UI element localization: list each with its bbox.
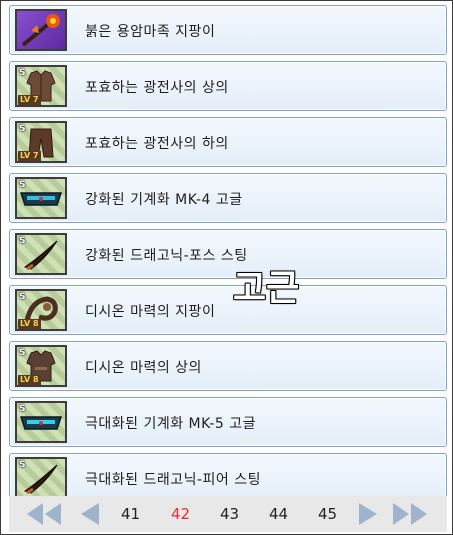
goggles-icon: S (15, 177, 67, 219)
pagination: 41 42 43 44 45 (9, 496, 447, 532)
grade-badge: S (19, 460, 26, 470)
watermark-text: 고근 (233, 268, 300, 309)
page-link-current[interactable]: 42 (171, 505, 190, 523)
chevron-left-icon (81, 503, 99, 525)
item-name: 극대화된 드래고닉-피어 스팅 (85, 472, 262, 488)
grade-badge: S (19, 180, 26, 190)
double-chevron-right-icon (393, 503, 427, 525)
grade-badge: S (19, 124, 26, 134)
grade-badge: S (19, 404, 26, 414)
goggles-icon: S (15, 401, 67, 443)
item-list-window: 붉은 용암마족 지팡이 S LV 7 포효하는 광전사의 상의 S LV 7 포… (0, 0, 453, 535)
first-page-button[interactable] (23, 501, 65, 531)
item-name: 디시온 마력의 상의 (85, 360, 202, 376)
list-item[interactable]: S LV 8 디시온 마력의 상의 (9, 341, 447, 391)
page-link[interactable]: 44 (269, 505, 288, 523)
list-item[interactable]: S LV 7 포효하는 광전사의 하의 (9, 117, 447, 167)
last-page-button[interactable] (389, 501, 431, 531)
level-badge: LV 8 (18, 319, 41, 329)
level-badge: LV 8 (18, 375, 41, 385)
robe-top-icon: S LV 8 (15, 345, 67, 387)
page-link[interactable]: 41 (121, 505, 140, 523)
list-item[interactable]: S 극대화된 기계화 MK-5 고글 (9, 397, 447, 447)
item-list: 붉은 용암마족 지팡이 S LV 7 포효하는 광전사의 상의 S LV 7 포… (9, 5, 447, 509)
dragon-sting-icon: S (15, 233, 67, 275)
list-item[interactable]: S 강화된 기계화 MK-4 고글 (9, 173, 447, 223)
prev-page-button[interactable] (77, 501, 103, 531)
item-name: 디시온 마력의 지팡이 (85, 304, 216, 320)
list-item[interactable]: S LV 7 포효하는 광전사의 상의 (9, 61, 447, 111)
list-item[interactable]: 붉은 용암마족 지팡이 (9, 5, 447, 55)
item-name: 강화된 드래고닉-포스 스팅 (85, 248, 248, 264)
level-badge: LV 7 (18, 151, 41, 161)
fire-staff-icon (15, 9, 67, 51)
grade-badge: S (19, 292, 26, 302)
item-name: 붉은 용암마족 지팡이 (85, 24, 216, 40)
dragon-sting-icon: S (15, 457, 67, 499)
item-name: 극대화된 기계화 MK-5 고글 (85, 416, 257, 432)
grade-badge: S (19, 348, 26, 358)
chevron-right-icon (359, 503, 377, 525)
list-item[interactable]: S LV 8 디시온 마력의 지팡이 (9, 285, 447, 335)
item-name: 강화된 기계화 MK-4 고글 (85, 192, 243, 208)
double-chevron-left-icon (27, 503, 61, 525)
item-name: 포효하는 광전사의 하의 (85, 136, 229, 152)
grade-badge: S (19, 236, 26, 246)
level-badge: LV 7 (18, 95, 41, 105)
page-link[interactable]: 45 (318, 505, 337, 523)
item-name: 포효하는 광전사의 상의 (85, 80, 229, 96)
leather-pants-icon: S LV 7 (15, 121, 67, 163)
leather-vest-icon: S LV 7 (15, 65, 67, 107)
next-page-button[interactable] (355, 501, 381, 531)
page-link[interactable]: 43 (220, 505, 239, 523)
grade-badge: S (19, 68, 26, 78)
magic-staff-icon: S LV 8 (15, 289, 67, 331)
list-item[interactable]: S 강화된 드래고닉-포스 스팅 (9, 229, 447, 279)
